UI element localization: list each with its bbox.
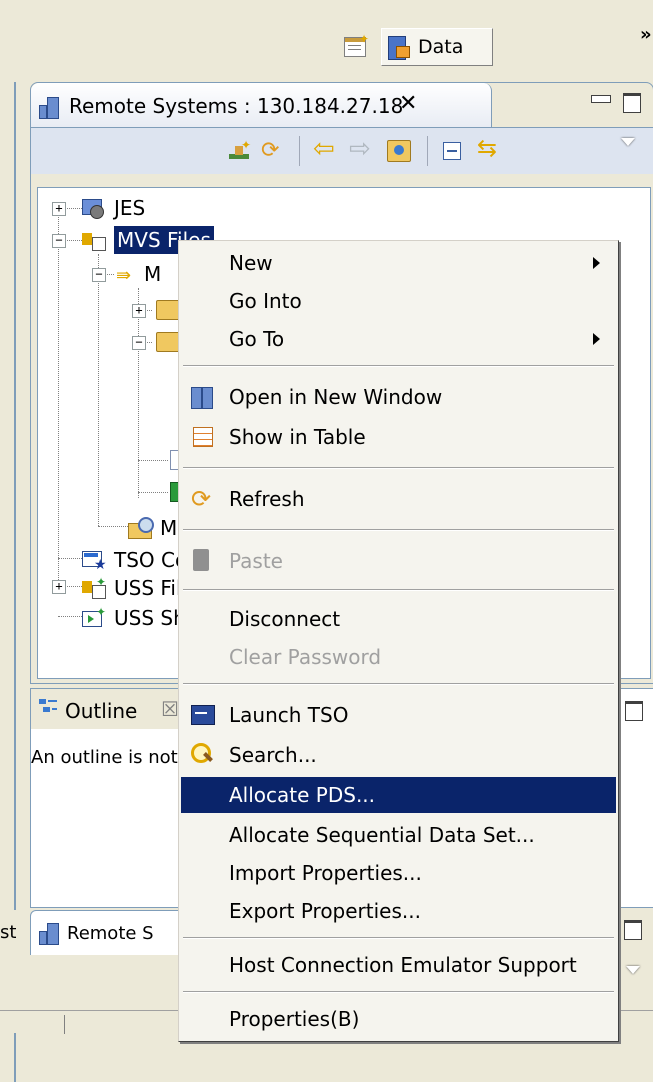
tree-item-my-datasets[interactable]: M [128, 514, 177, 542]
folder-icon [156, 332, 180, 352]
search-icon [189, 741, 213, 765]
menu-item-launch-tso[interactable]: Launch TSO [181, 697, 616, 733]
view-toolbar: ✦ ⟳ ⇦ ⇨ ⇆ [31, 127, 653, 174]
tso-commands-icon: ★ [82, 549, 107, 573]
context-menu: New Go Into Go To Open in New Window Sho… [178, 240, 619, 1042]
remote-systems-bottom-tab-label: Remote S [67, 923, 154, 944]
collapse-mvs-toggle[interactable]: − [52, 234, 66, 248]
collapse-folder-toggle[interactable]: − [132, 336, 146, 350]
open-perspective-icon[interactable]: ✦ [344, 32, 369, 57]
uss-files-icon: ✦ [82, 575, 106, 599]
jes-icon [82, 197, 106, 219]
refresh-icon[interactable]: ⟳ [261, 138, 279, 163]
maximize-icon[interactable] [624, 920, 642, 940]
menu-item-allocate-pds[interactable]: Allocate PDS... [181, 777, 616, 813]
forward-arrow-icon[interactable]: ⇨ [349, 134, 371, 164]
perspective-bar: ✦ Data » [0, 0, 653, 76]
terminal-icon [191, 705, 215, 725]
menu-item-allocate-sequential[interactable]: Allocate Sequential Data Set... [181, 817, 616, 853]
menu-item-host-connection-emulator[interactable]: Host Connection Emulator Support [181, 947, 616, 983]
remote-systems-icon [39, 923, 59, 945]
expand-uss-files-toggle[interactable]: + [52, 580, 66, 594]
toolbar-separator [427, 136, 428, 166]
close-icon[interactable]: ✕ [399, 91, 417, 116]
toolbar-separator [299, 136, 300, 166]
table-icon [193, 427, 213, 447]
tree-item-filter-pool[interactable]: ⇛ M [116, 260, 161, 288]
collapse-all-icon[interactable] [443, 142, 461, 160]
tree-item-label: M [160, 516, 178, 540]
remote-systems-tab-title: Remote Systems : 130.184.27.18 [69, 94, 404, 118]
folder-icon [156, 300, 180, 320]
menu-item-open-in-new-window[interactable]: Open in New Window [181, 379, 616, 415]
menu-item-go-to[interactable]: Go To [181, 321, 616, 357]
menu-item-refresh[interactable]: ⟳ Refresh [181, 481, 616, 517]
menu-item-paste[interactable]: Paste [181, 543, 616, 579]
expand-folder-toggle[interactable]: + [132, 304, 146, 318]
minimize-icon[interactable] [591, 95, 611, 103]
menu-item-go-into[interactable]: Go Into [181, 283, 616, 319]
bottom-tab-partial[interactable]: st [0, 922, 16, 943]
data-perspective-label: Data [418, 36, 464, 58]
expand-jes-toggle[interactable]: + [52, 202, 66, 216]
view-menu-icon[interactable] [626, 966, 640, 974]
menu-item-export-properties[interactable]: Export Properties... [181, 893, 616, 929]
maximize-icon[interactable] [625, 701, 643, 721]
go-up-icon[interactable] [387, 140, 411, 162]
more-perspectives-chevron[interactable]: » [640, 24, 652, 45]
tree-item-label: JES [114, 196, 146, 220]
menu-item-show-in-table[interactable]: Show in Table [181, 419, 616, 455]
menu-separator [183, 529, 614, 531]
maximize-icon[interactable] [623, 93, 641, 113]
back-arrow-icon[interactable]: ⇦ [313, 134, 335, 164]
mvs-files-icon [82, 229, 108, 251]
submenu-arrow-icon [593, 257, 600, 269]
menu-item-disconnect[interactable]: Disconnect [181, 601, 616, 637]
close-icon[interactable]: ☒ [161, 697, 179, 721]
remote-systems-tab[interactable]: Remote Systems : 130.184.27.18 ✕ [31, 83, 492, 127]
menu-item-properties[interactable]: Properties(B) [181, 1001, 616, 1037]
new-connection-icon[interactable]: ✦ [229, 138, 251, 160]
menu-item-new[interactable]: New [181, 245, 616, 281]
menu-item-search[interactable]: Search... [181, 737, 616, 773]
filter-pool-icon: ⇛ [116, 265, 132, 286]
outline-tab-title: Outline [65, 699, 138, 723]
outline-tab[interactable]: Outline ☒ [31, 689, 182, 729]
view-menu-icon[interactable] [621, 138, 635, 146]
data-perspective-button[interactable]: Data [381, 28, 493, 66]
remote-systems-icon [39, 97, 61, 119]
refresh-icon: ⟳ [191, 485, 212, 513]
remote-systems-bottom-tab[interactable]: Remote S [30, 910, 192, 955]
menu-separator [183, 467, 614, 469]
tree-item-jes[interactable]: JES [82, 194, 145, 222]
search-folder-icon [128, 517, 156, 539]
paste-icon [193, 549, 209, 571]
menu-separator [183, 937, 614, 939]
uss-shells-icon: ✦ [82, 605, 106, 629]
submenu-arrow-icon [593, 333, 600, 345]
tree-item-label: M [144, 262, 162, 286]
link-with-editor-icon[interactable]: ⇆ [477, 134, 497, 162]
menu-separator [183, 365, 614, 367]
outline-icon [39, 699, 57, 717]
menu-separator [183, 683, 614, 685]
menu-separator [183, 991, 614, 993]
menu-item-import-properties[interactable]: Import Properties... [181, 855, 616, 891]
collapse-filter-toggle[interactable]: − [92, 268, 106, 282]
menu-separator [183, 589, 614, 591]
menu-item-clear-password[interactable]: Clear Password [181, 639, 616, 675]
open-window-icon [191, 387, 213, 409]
